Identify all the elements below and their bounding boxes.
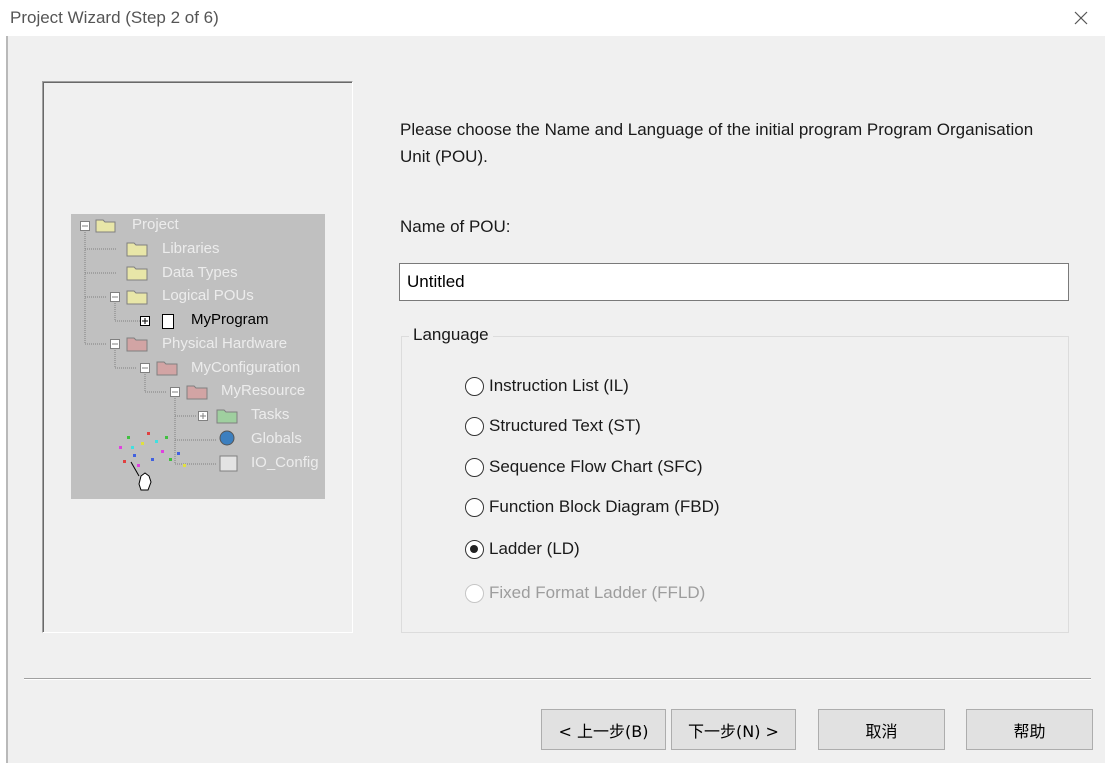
radio-button-disabled — [465, 583, 484, 603]
tree-item-data-types: Data Types — [162, 264, 238, 281]
window-title: Project Wizard (Step 2 of 6) — [10, 8, 219, 27]
folder-open-icon — [95, 219, 116, 233]
radio-button[interactable] — [465, 416, 484, 436]
radio-fixed-format-ladder: Fixed Format Ladder (FFLD) — [465, 581, 705, 605]
radio-structured-text[interactable]: Structured Text (ST) — [465, 414, 641, 438]
tree-item-logical-pous: Logical POUs — [162, 287, 254, 304]
io-config-icon — [219, 455, 238, 472]
radio-label: Instruction List (IL) — [489, 376, 629, 395]
tree-item-project: Project — [132, 216, 179, 233]
next-button[interactable]: 下一步(N) > — [671, 709, 796, 750]
folder-icon — [126, 242, 148, 257]
cancel-button[interactable]: 取消 — [818, 709, 945, 750]
close-icon — [1074, 11, 1088, 25]
folder-icon — [126, 266, 148, 281]
tree-item-myprogram: MyProgram — [191, 311, 269, 328]
radio-ladder[interactable]: Ladder (LD) — [465, 537, 580, 561]
radio-sequence-flow-chart[interactable]: Sequence Flow Chart (SFC) — [465, 455, 703, 479]
radio-label: Sequence Flow Chart (SFC) — [489, 457, 703, 476]
radio-label: Function Block Diagram (FBD) — [489, 497, 720, 516]
help-button[interactable]: 帮助 — [966, 709, 1093, 750]
title-bar: Project Wizard (Step 2 of 6) — [0, 0, 1105, 36]
tree-item-io-config: IO_Config — [251, 454, 319, 471]
tree-item-tasks: Tasks — [251, 406, 290, 423]
close-button[interactable] — [1067, 4, 1095, 32]
tree-item-globals: Globals — [251, 430, 302, 447]
pou-name-input[interactable] — [399, 263, 1069, 301]
resource-icon — [186, 385, 208, 400]
radio-button[interactable] — [465, 497, 484, 517]
project-tree-illustration: Project Libraries Data Types Logical POU… — [71, 214, 325, 499]
folder-open-icon — [126, 290, 148, 305]
radio-label: Fixed Format Ladder (FFLD) — [489, 583, 706, 602]
tree-item-libraries: Libraries — [162, 240, 220, 257]
radio-instruction-list[interactable]: Instruction List (IL) — [465, 374, 629, 398]
tree-item-myconfiguration: MyConfiguration — [191, 359, 301, 376]
pou-name-label: Name of POU: — [400, 217, 511, 236]
tree-item-physical-hardware: Physical Hardware — [162, 335, 288, 352]
tree-item-myresource: MyResource — [221, 382, 306, 399]
radio-button[interactable] — [465, 376, 484, 396]
instructions-text: Please choose the Name and Language of t… — [400, 120, 1034, 166]
globals-icon — [219, 430, 235, 446]
hardware-folder-icon — [126, 337, 148, 352]
separator — [24, 678, 1091, 680]
language-legend: Language — [409, 325, 493, 345]
radio-label: Structured Text (ST) — [489, 416, 641, 435]
tasks-folder-icon — [216, 409, 238, 424]
sparkles — [119, 432, 186, 467]
magic-wand-hand-icon — [130, 461, 152, 491]
radio-button[interactable] — [465, 457, 484, 477]
radio-label: Ladder (LD) — [489, 539, 580, 558]
configuration-icon — [156, 361, 178, 376]
radio-button-selected[interactable] — [465, 539, 484, 559]
radio-function-block-diagram[interactable]: Function Block Diagram (FBD) — [465, 495, 720, 519]
back-button[interactable]: < 上一步(B) — [541, 709, 666, 750]
pou-icon — [162, 314, 174, 329]
